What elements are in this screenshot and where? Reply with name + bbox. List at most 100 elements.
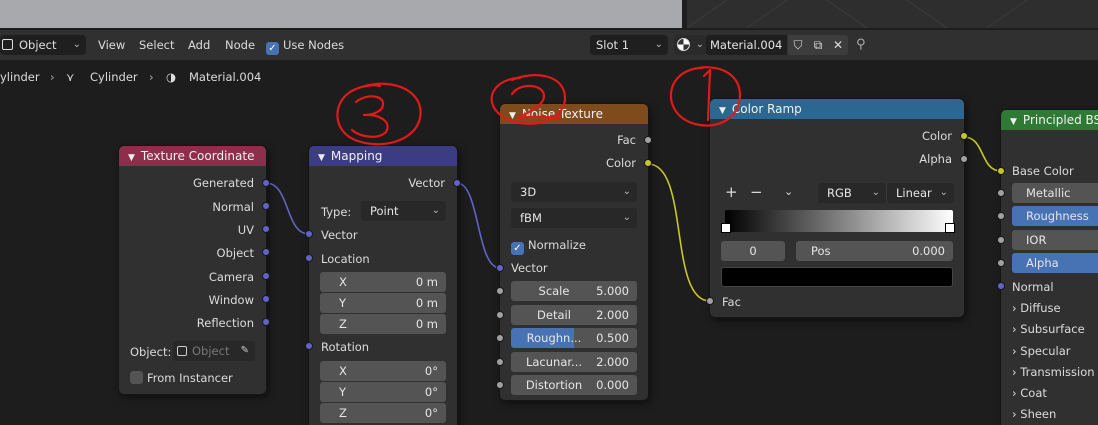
socket-reflection[interactable] — [262, 318, 270, 326]
chevron-right-icon: › — [1012, 322, 1017, 336]
alpha-field[interactable]: Alpha — [1012, 253, 1098, 273]
socket-detail[interactable] — [496, 311, 504, 319]
output-alpha: Alpha — [919, 152, 952, 166]
detail-field[interactable]: Detail 2.000 — [511, 305, 637, 325]
distortion-field[interactable]: Distortion 0.000 — [511, 375, 637, 395]
node-header[interactable]: ▼ Mapping — [309, 146, 457, 166]
collapse-triangle-icon[interactable]: ▼ — [318, 148, 325, 166]
chevron-right-icon: › — [1012, 407, 1017, 421]
socket-roughness[interactable] — [997, 212, 1005, 220]
type-dropdown[interactable]: Point ⌄ — [361, 201, 446, 221]
chevron-right-icon: › — [1012, 301, 1017, 315]
location-z-field[interactable]: Z0 m — [320, 314, 446, 334]
socket-vector-out[interactable] — [453, 179, 461, 187]
socket-vector-in[interactable] — [305, 230, 313, 238]
ramp-stop-white[interactable] — [945, 223, 955, 233]
color-ramp-node[interactable]: ▼ Color Ramp Color Alpha + − ⌄ RGB ⌄ Linea… — [706, 99, 968, 317]
lacunarity-field[interactable]: Lacunar... 2.000 — [511, 352, 637, 372]
socket-uv[interactable] — [262, 225, 270, 233]
normalize-toggle[interactable]: ✓ Normalize — [511, 238, 586, 255]
socket-camera[interactable] — [262, 272, 270, 280]
principled-bsdf-node[interactable]: ▼ Principled BS Base Color Metallic Rough… — [997, 110, 1098, 425]
link-noise-color-to-fac — [647, 163, 711, 302]
socket-alpha-out[interactable] — [960, 155, 968, 163]
socket-roughness[interactable] — [496, 334, 504, 342]
type-label: Type: — [321, 205, 352, 219]
collapse-triangle-icon[interactable]: ▼ — [719, 101, 726, 119]
metallic-field[interactable]: Metallic — [1012, 183, 1098, 203]
output-color: Color — [921, 129, 952, 143]
panel-subsurface[interactable]: › Subsurface — [1012, 322, 1085, 336]
mapping-node[interactable]: ▼ Mapping Vector Type: Point ⌄ Vector Loca… — [305, 146, 461, 425]
rotation-z-field[interactable]: Z 0° — [320, 403, 446, 423]
link-generated-to-vector — [265, 182, 310, 235]
link-mapping-to-noise — [456, 182, 501, 269]
stop-position-field[interactable]: Pos 0.000 — [796, 241, 953, 261]
socket-normal[interactable] — [262, 202, 270, 210]
from-instancer-toggle[interactable]: From Instancer — [130, 371, 233, 385]
socket-normal[interactable] — [997, 282, 1005, 290]
socket-color-out[interactable] — [644, 159, 652, 167]
input-location: Location — [321, 252, 370, 266]
input-normal: Normal — [1012, 280, 1054, 294]
dimensions-dropdown[interactable]: 3D ⌄ — [511, 182, 637, 202]
noise-texture-node[interactable]: ▼ Noise Texture Fac Color 3D ⌄ fBM ⌄ ✓ Norma… — [496, 104, 652, 400]
chevron-down-icon[interactable]: ⌄ — [784, 185, 793, 198]
ramp-stop-black[interactable] — [721, 223, 731, 233]
socket-metallic[interactable] — [997, 189, 1005, 197]
socket-base-color[interactable] — [997, 167, 1005, 175]
location-y-field[interactable]: Y0 m — [320, 293, 446, 313]
color-ramp-gradient[interactable] — [725, 210, 953, 232]
socket-color-out[interactable] — [960, 132, 968, 140]
collapse-triangle-icon[interactable]: ▼ — [509, 106, 516, 124]
stop-color-swatch[interactable] — [721, 267, 953, 287]
socket-distortion[interactable] — [496, 381, 504, 389]
socket-vector-in[interactable] — [496, 264, 504, 272]
node-title: Noise Texture — [521, 107, 603, 121]
output-object: Object — [216, 246, 254, 260]
socket-location[interactable] — [305, 254, 313, 262]
panel-transmission[interactable]: › Transmission — [1012, 365, 1095, 379]
roughness-slider[interactable]: Roughn... 0.500 — [511, 328, 637, 348]
remove-stop-icon[interactable]: − — [750, 183, 763, 201]
ior-field[interactable]: IOR — [1012, 230, 1098, 250]
socket-lacunarity[interactable] — [496, 358, 504, 366]
texture-coordinate-node[interactable]: ▼ Texture Coordinate Generated Normal UV … — [119, 146, 270, 394]
node-header[interactable]: ▼ Principled BS — [1001, 110, 1098, 130]
socket-rotation[interactable] — [305, 342, 313, 350]
socket-generated[interactable] — [262, 179, 270, 187]
object-picker[interactable]: Object ✎ — [173, 341, 255, 361]
interpolation-dropdown[interactable]: Linear ⌄ — [886, 183, 954, 203]
node-header[interactable]: ▼ Texture Coordinate — [119, 146, 266, 166]
location-x-field[interactable]: X0 m — [320, 272, 446, 292]
stop-index-field[interactable]: 0 — [721, 241, 785, 261]
collapse-triangle-icon[interactable]: ▼ — [128, 148, 135, 166]
add-stop-icon[interactable]: + — [725, 183, 738, 201]
socket-fac-in[interactable] — [706, 297, 714, 305]
rotation-x-field[interactable]: X 0° — [320, 361, 446, 381]
panel-diffuse[interactable]: › Diffuse — [1012, 301, 1061, 315]
input-rotation: Rotation — [321, 340, 370, 354]
socket-window[interactable] — [262, 295, 270, 303]
scale-field[interactable]: Scale 5.000 — [511, 281, 637, 301]
socket-object[interactable] — [262, 248, 270, 256]
panel-coat[interactable]: › Coat — [1012, 386, 1047, 400]
node-header[interactable]: ▼ Noise Texture — [500, 104, 648, 124]
chevron-right-icon: › — [1012, 344, 1017, 358]
socket-alpha[interactable] — [997, 259, 1005, 267]
socket-fac-out[interactable] — [644, 136, 652, 144]
rotation-y-field[interactable]: Y 0° — [320, 382, 446, 402]
panel-sheen[interactable]: › Sheen — [1012, 407, 1056, 421]
node-header[interactable]: ▼ Color Ramp — [710, 99, 964, 119]
collapse-triangle-icon[interactable]: ▼ — [1010, 112, 1017, 130]
output-color: Color — [605, 156, 636, 170]
roughness-field[interactable]: Roughness — [1012, 206, 1098, 226]
color-mode-dropdown[interactable]: RGB ⌄ — [818, 183, 886, 203]
input-base-color: Base Color — [1012, 164, 1074, 178]
output-generated: Generated — [192, 176, 254, 190]
socket-ior[interactable] — [997, 236, 1005, 244]
socket-scale[interactable] — [496, 287, 504, 295]
panel-specular[interactable]: › Specular — [1012, 344, 1071, 358]
noise-type-dropdown[interactable]: fBM ⌄ — [511, 208, 637, 228]
eyedropper-icon[interactable]: ✎ — [241, 341, 249, 361]
